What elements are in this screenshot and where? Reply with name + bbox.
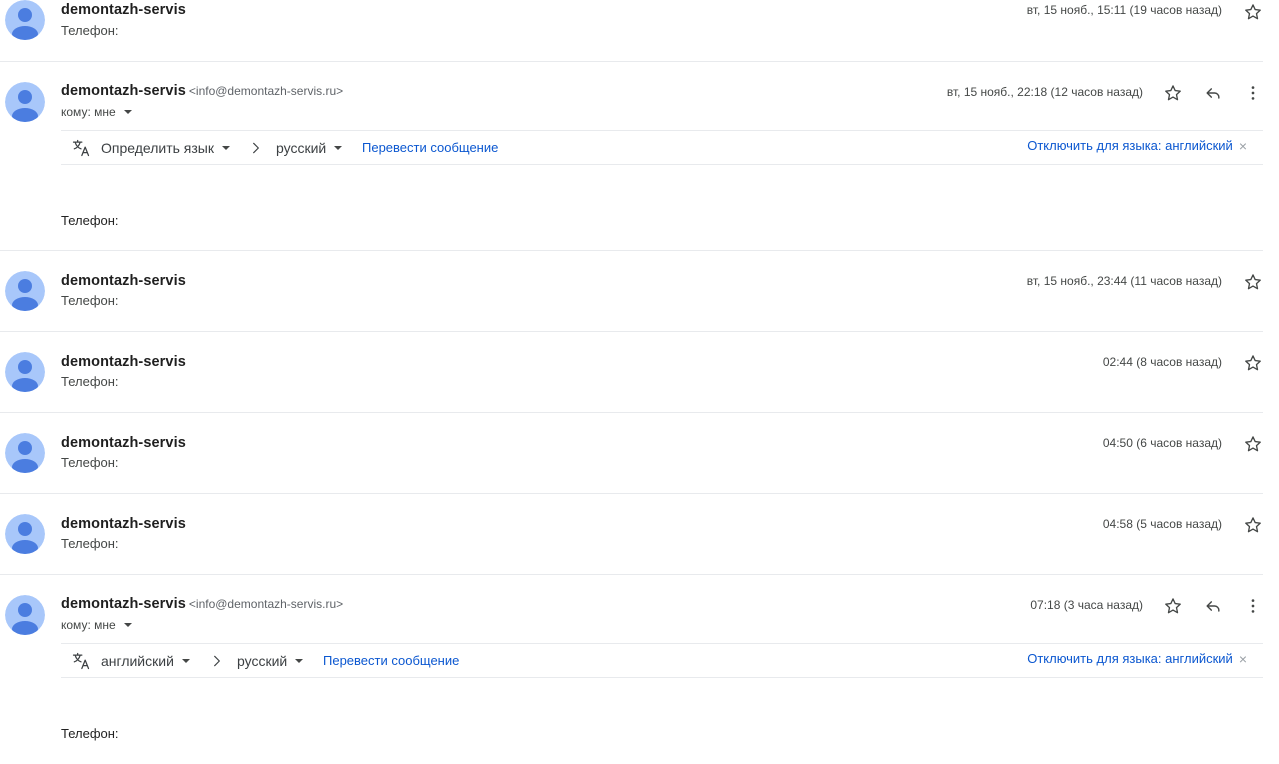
source-language-dropdown[interactable]: английский xyxy=(101,644,190,677)
target-language-label: русский xyxy=(237,652,288,669)
sender-name: demontazh-servis <info@demontazh-servis.r… xyxy=(61,596,343,612)
email-thread: demontazh-servis Телефон: вт, 15 нояб., … xyxy=(0,0,1279,764)
avatar xyxy=(5,433,45,473)
reply-icon[interactable] xyxy=(1201,594,1225,618)
arrow-drop-down-icon xyxy=(123,623,132,627)
message-date: 07:18 (3 часа назад) xyxy=(1030,598,1143,612)
recipients-label: кому: мне xyxy=(61,105,116,119)
target-language-label: русский xyxy=(276,139,327,156)
chevron-right-icon xyxy=(210,644,224,677)
recipients-dropdown[interactable]: кому: мне xyxy=(61,618,132,632)
message-date: вт, 15 нояб., 15:11 (19 часов назад) xyxy=(1026,3,1222,17)
avatar xyxy=(5,0,45,40)
star-icon[interactable] xyxy=(1241,351,1265,375)
message-snippet: Телефон: xyxy=(61,455,119,470)
star-icon[interactable] xyxy=(1241,513,1265,537)
arrow-drop-down-icon xyxy=(181,658,190,663)
sender-email: <info@demontazh-servis.ru> xyxy=(188,84,344,98)
sender-name-text: demontazh-servis xyxy=(61,596,186,612)
avatar xyxy=(5,82,45,122)
message-expanded: demontazh-servis <info@demontazh-servis.r… xyxy=(0,62,1279,250)
turn-off-translation-link[interactable]: Отключить для языка: английский xyxy=(1027,138,1233,153)
chevron-right-icon xyxy=(249,131,263,164)
sender-name: demontazh-servis xyxy=(61,273,186,289)
avatar xyxy=(5,595,45,635)
sender-name-text: demontazh-servis xyxy=(61,83,186,99)
recipients-label: кому: мне xyxy=(61,618,116,632)
message-date: 04:58 (5 часов назад) xyxy=(1102,517,1222,531)
star-icon[interactable] xyxy=(1161,81,1185,105)
message-date: 04:50 (6 часов назад) xyxy=(1102,436,1222,450)
avatar xyxy=(5,352,45,392)
arrow-drop-down-icon xyxy=(295,658,304,663)
star-icon[interactable] xyxy=(1241,432,1265,456)
star-icon[interactable] xyxy=(1241,270,1265,294)
message-date: вт, 15 нояб., 23:44 (11 часов назад) xyxy=(1026,274,1222,288)
turn-off-translation[interactable]: Отключить для языка: английский × xyxy=(1027,129,1247,162)
sender-name: demontazh-servis xyxy=(61,354,186,370)
star-icon[interactable] xyxy=(1241,0,1265,24)
message-body: Телефон: xyxy=(61,726,119,741)
source-language-label: английский xyxy=(101,652,174,669)
more-vert-icon[interactable] xyxy=(1241,81,1265,105)
source-language-dropdown[interactable]: Определить язык xyxy=(101,131,230,164)
sender-name: demontazh-servis <info@demontazh-servis.r… xyxy=(61,83,343,99)
arrow-drop-down-icon xyxy=(222,145,230,150)
message-collapsed[interactable]: demontazh-servis Телефон: вт, 15 нояб., … xyxy=(0,251,1279,331)
target-language-dropdown[interactable]: русский xyxy=(276,131,343,164)
message-collapsed[interactable]: demontazh-servis Телефон: 04:50 (6 часов… xyxy=(0,413,1279,493)
star-icon[interactable] xyxy=(1161,594,1185,618)
message-collapsed[interactable]: demontazh-servis Телефон: 02:44 (8 часов… xyxy=(0,332,1279,412)
recipients-dropdown[interactable]: кому: мне xyxy=(61,105,132,119)
message-snippet: Телефон: xyxy=(61,23,119,38)
reply-icon[interactable] xyxy=(1201,81,1225,105)
sender-name: demontazh-servis xyxy=(61,2,186,18)
sender-name: demontazh-servis xyxy=(61,516,186,532)
message-date: вт, 15 нояб., 22:18 (12 часов назад) xyxy=(946,85,1143,99)
translate-message-link[interactable]: Перевести сообщение xyxy=(323,644,459,677)
message-collapsed[interactable]: demontazh-servis Телефон: 04:58 (5 часов… xyxy=(0,494,1279,574)
translate-bar: Определить язык русский Перевести сообще… xyxy=(61,130,1263,165)
avatar xyxy=(5,271,45,311)
turn-off-translation-link[interactable]: Отключить для языка: английский xyxy=(1027,651,1233,666)
message-date: 02:44 (8 часов назад) xyxy=(1102,355,1222,369)
source-language-label: Определить язык xyxy=(101,139,214,156)
close-icon[interactable]: × xyxy=(1239,138,1247,154)
translate-bar: английский русский Перевести сообщение О… xyxy=(61,643,1263,678)
translate-icon xyxy=(71,644,91,677)
arrow-drop-down-icon xyxy=(334,145,343,150)
sender-email: <info@demontazh-servis.ru> xyxy=(188,597,344,611)
close-icon[interactable]: × xyxy=(1239,651,1247,667)
message-snippet: Телефон: xyxy=(61,374,119,389)
message-expanded: demontazh-servis <info@demontazh-servis.r… xyxy=(0,575,1279,764)
message-collapsed[interactable]: demontazh-servis Телефон: вт, 15 нояб., … xyxy=(0,0,1279,61)
turn-off-translation[interactable]: Отключить для языка: английский × xyxy=(1027,642,1247,675)
message-snippet: Телефон: xyxy=(61,293,119,308)
translate-message-link[interactable]: Перевести сообщение xyxy=(362,131,498,164)
arrow-drop-down-icon xyxy=(123,110,132,114)
more-vert-icon[interactable] xyxy=(1241,594,1265,618)
message-snippet: Телефон: xyxy=(61,536,119,551)
translate-icon xyxy=(71,131,91,164)
avatar xyxy=(5,514,45,554)
sender-name: demontazh-servis xyxy=(61,435,186,451)
message-body: Телефон: xyxy=(61,213,119,228)
target-language-dropdown[interactable]: русский xyxy=(237,644,304,677)
